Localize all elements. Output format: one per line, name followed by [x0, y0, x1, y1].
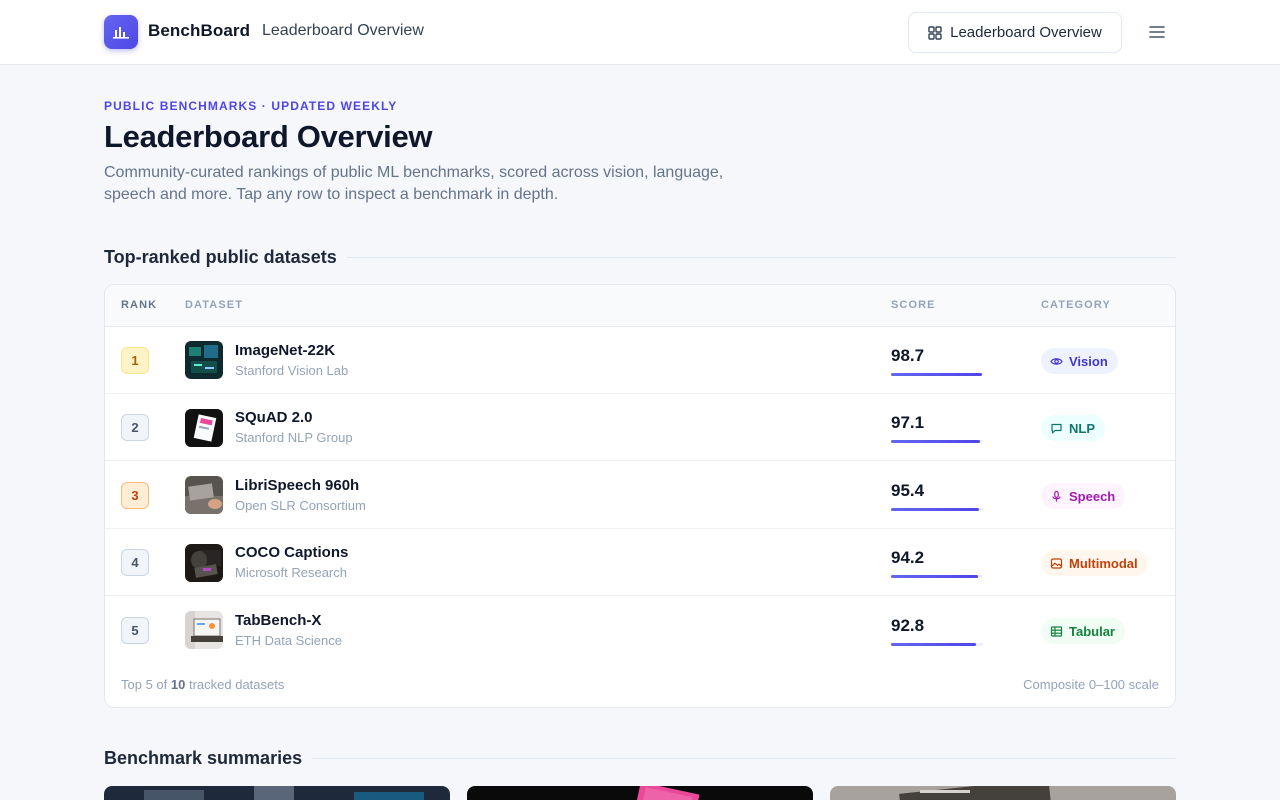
table-header: RANK DATASET SCORE CATEGORY — [105, 285, 1175, 327]
summary-card[interactable] — [104, 786, 450, 800]
score-value: 95.4 — [891, 481, 925, 500]
category-label: Speech — [1069, 488, 1116, 504]
category-badge: Speech — [1041, 483, 1126, 509]
image-icon — [1050, 557, 1063, 569]
dataset-org: Stanford Vision Lab — [235, 363, 349, 378]
dataset-thumbnail — [185, 611, 223, 649]
page-subtitle: Community-curated rankings of public ML … — [104, 164, 724, 203]
dataset-org: Open SLR Consortium — [235, 498, 366, 513]
leaderboard-section-header: Top-ranked public datasets — [104, 246, 1176, 268]
dataset-thumbnail — [185, 544, 223, 582]
column-score[interactable]: SCORE — [891, 299, 936, 311]
hamburger-icon — [1149, 26, 1165, 38]
category-label: Vision — [1069, 353, 1108, 369]
score-value: 97.1 — [891, 413, 925, 432]
category-label: Multimodal — [1069, 555, 1138, 571]
rank-badge: 3 — [121, 482, 149, 509]
rank-badge: 5 — [121, 617, 149, 644]
eye-icon — [1050, 357, 1063, 365]
dataset-thumbnail — [185, 409, 223, 447]
divider — [312, 757, 1176, 759]
score-bar — [891, 575, 983, 578]
column-category[interactable]: CATEGORY — [1041, 299, 1111, 311]
category-label: Tabular — [1069, 623, 1115, 639]
score-value: 94.2 — [891, 548, 925, 567]
table-footer-count: Top 5 of 10 tracked datasets — [121, 677, 284, 692]
dataset-thumbnail — [185, 476, 223, 514]
table-icon — [1050, 625, 1063, 637]
summary-card-image — [467, 786, 813, 800]
category-badge: Vision — [1041, 348, 1118, 374]
table-row[interactable]: 4 COCO Captions Microsoft Research 94.2 … — [105, 529, 1175, 596]
section-title: Top-ranked public datasets — [104, 246, 337, 267]
leaderboard-table: RANK DATASET SCORE CATEGORY 1 ImageNet-2… — [104, 284, 1176, 708]
table-row[interactable]: 1 ImageNet-22K Stanford Vision Lab 98.7 … — [105, 327, 1175, 394]
dataset-name: LibriSpeech 960h — [235, 477, 360, 494]
category-badge: Tabular — [1041, 618, 1125, 644]
rank-badge: 1 — [121, 347, 149, 374]
summary-card-image — [104, 786, 450, 800]
dataset-org: ETH Data Science — [235, 633, 342, 648]
category-badge: Multimodal — [1041, 550, 1148, 576]
table-row[interactable]: 3 LibriSpeech 960h Open SLR Consortium 9… — [105, 462, 1175, 529]
footer-prefix: Top 5 of — [121, 677, 168, 692]
score-bar — [891, 508, 983, 511]
leaderboard-overview-button[interactable]: Leaderboard Overview — [908, 12, 1122, 53]
dataset-org: Microsoft Research — [235, 565, 347, 580]
dataset-name: TabBench-X — [235, 612, 322, 629]
score-value: 92.8 — [891, 616, 925, 635]
logo[interactable] — [104, 15, 138, 49]
brand-name[interactable]: BenchBoard — [148, 21, 250, 41]
dataset-name: COCO Captions — [235, 544, 349, 561]
dataset-thumbnail — [185, 341, 223, 379]
summary-card-image — [830, 786, 1176, 800]
category-badge: NLP — [1041, 415, 1105, 441]
eyebrow-label: PUBLIC BENCHMARKS · UPDATED WEEKLY — [104, 99, 398, 113]
section-title: Benchmark summaries — [104, 747, 303, 768]
category-label: NLP — [1069, 420, 1095, 436]
column-rank[interactable]: RANK — [121, 299, 157, 311]
rank-badge: 2 — [121, 414, 149, 441]
summaries-section-header: Benchmark summaries — [104, 747, 1176, 769]
score-value: 98.7 — [891, 346, 925, 365]
score-bar — [891, 440, 983, 443]
score-bar — [891, 373, 983, 376]
divider — [346, 256, 1176, 258]
dataset-org: Stanford NLP Group — [235, 430, 353, 445]
dataset-name: ImageNet-22K — [235, 342, 336, 359]
footer-count: 10 — [170, 677, 186, 692]
bar-chart-icon — [113, 27, 129, 39]
table-row[interactable]: 5 TabBench-X ETH Data Science 92.8 Tabul… — [105, 597, 1175, 664]
menu-button[interactable] — [1143, 18, 1171, 46]
scale-note: Composite 0–100 scale — [1023, 677, 1159, 692]
grid-icon — [928, 25, 942, 40]
column-dataset[interactable]: DATASET — [185, 299, 243, 311]
dataset-name: SQuAD 2.0 — [235, 409, 313, 426]
nav-button-label: Leaderboard Overview — [950, 24, 1102, 41]
top-bar: BenchBoard Leaderboard Overview Leaderbo… — [0, 0, 1280, 65]
score-bar — [891, 643, 983, 646]
rank-badge: 4 — [121, 549, 149, 576]
summary-card[interactable] — [830, 786, 1176, 800]
table-row[interactable]: 2 SQuAD 2.0 Stanford NLP Group 97.1 NLP — [105, 394, 1175, 461]
chat-icon — [1051, 423, 1062, 434]
footer-suffix: tracked datasets — [188, 677, 285, 692]
summary-card[interactable] — [467, 786, 813, 800]
microphone-icon — [1052, 490, 1061, 501]
page-title: Leaderboard Overview — [104, 119, 433, 154]
breadcrumb: Leaderboard Overview — [262, 22, 424, 39]
